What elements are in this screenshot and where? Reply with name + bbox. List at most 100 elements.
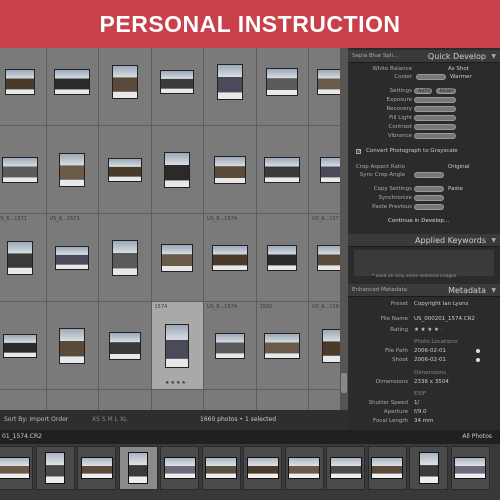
photo-thumbnail[interactable] [107,157,142,182]
photo-thumbnail[interactable] [211,244,248,271]
temp-adjust-buttons[interactable] [416,74,446,80]
filmstrip-thumbnail[interactable] [45,452,65,484]
quick-develop-header[interactable]: Sepia Blue Spli... Quick Develop ▼ [348,50,500,63]
filmstrip-thumbnail-cell[interactable] [326,446,365,490]
filmstrip-thumbnail[interactable] [288,457,320,479]
preset-select[interactable]: Copyright Ian Lyons [414,301,468,307]
filmstrip-thumbnail-cell[interactable] [0,446,33,490]
white-balance-value[interactable]: As Shot [448,66,469,72]
recovery-buttons[interactable] [414,106,456,112]
filmstrip-thumbnail[interactable] [246,457,279,479]
filmstrip-filter[interactable]: All Photos [462,433,492,440]
grid-cell[interactable] [204,390,257,410]
grid-cell[interactable]: US_6...1574 [204,302,257,390]
photo-thumbnail[interactable] [1,156,38,183]
collapse-triangle-icon[interactable]: ▼ [491,237,496,244]
grid-scrollbar[interactable] [340,48,348,410]
grid-cell[interactable]: 1557 [151,48,204,126]
filmstrip-thumbnail-cell[interactable] [201,446,241,490]
grid-cell[interactable]: US_6...1571 [0,214,47,302]
grid-cell[interactable] [256,390,309,410]
grid-cell[interactable] [0,390,47,410]
saved-preset-select[interactable]: Sepia Blue Spli... [352,53,398,59]
photo-thumbnail[interactable] [111,64,138,99]
photo-thumbnail[interactable] [216,63,243,100]
photo-thumbnail[interactable] [214,332,245,359]
grid-cell[interactable] [151,214,204,302]
crop-aspect-select[interactable]: Original [448,164,470,170]
go-to-folder-icon[interactable] [476,349,480,353]
photo-thumbnail[interactable] [108,331,141,360]
grid-cell[interactable]: US_6...1553 [46,48,99,126]
photo-thumbnail[interactable] [2,333,37,358]
grid-cell[interactable] [0,302,47,390]
photo-thumbnail[interactable] [59,327,86,364]
grid-cell[interactable] [256,48,309,126]
filmstrip-thumbnail-cell[interactable] [243,446,282,490]
grid-cell[interactable]: US_6...1574 [204,214,257,302]
go-to-shoot-icon[interactable] [476,358,480,362]
grid-cell[interactable] [99,390,152,410]
filmstrip-thumbnail-cell[interactable] [35,446,75,490]
filmstrip-thumbnail[interactable] [454,457,486,479]
filmstrip-thumbnail-cell[interactable] [284,446,324,490]
rating-stars[interactable]: ★ ★ ★ ★ · [414,327,442,333]
continue-in-develop-link[interactable]: Continue in Develop... [388,218,449,224]
grid-cell[interactable] [0,126,47,214]
grid-cell[interactable] [204,126,257,214]
photo-thumbnail[interactable] [164,151,191,188]
synchronize-button[interactable] [414,195,444,201]
grid-cell[interactable] [46,126,99,214]
applied-keywords-header[interactable]: Applied Keywords ▼ [348,234,500,247]
grid-cell[interactable] [256,126,309,214]
photo-thumbnail[interactable] [6,240,33,275]
scrollbar-thumb[interactable] [341,373,347,393]
photo-thumbnail[interactable] [160,69,195,94]
grid-cell[interactable] [46,302,99,390]
metadata-header[interactable]: Enhanced Metadata Metadata ▼ [348,284,500,297]
photo-thumbnail[interactable] [264,332,301,359]
reset-button[interactable]: RESET [436,88,456,94]
collapse-triangle-icon[interactable]: ▼ [491,287,496,294]
photo-thumbnail[interactable] [54,68,91,95]
filmstrip-thumbnail[interactable] [418,452,439,484]
file-name-field[interactable]: US_000201_1574.CR2 [414,316,475,322]
grid-cell[interactable]: 1574 [0,48,47,126]
grid-cell[interactable] [151,126,204,214]
sort-by-dropdown[interactable]: Sort By: Import Order [4,416,68,423]
filmstrip-thumbnail-cell[interactable] [118,446,158,490]
grid-cell[interactable]: 1582 [256,302,309,390]
photo-thumbnail[interactable] [111,239,138,276]
photo-thumbnail[interactable] [4,68,35,95]
grid-cell[interactable] [99,48,152,126]
grid-cell[interactable] [99,214,152,302]
keywords-field[interactable] [354,250,494,276]
sync-crop-button[interactable] [414,172,444,178]
filmstrip-thumbnail[interactable] [163,457,196,479]
filmstrip-thumbnail-cell[interactable] [160,446,199,490]
photo-thumbnail[interactable] [55,245,90,270]
filmstrip-thumbnail[interactable] [205,457,237,479]
fill-light-buttons[interactable] [414,115,456,121]
auto-button[interactable]: AUTO [414,88,432,94]
photo-thumbnail[interactable] [266,67,299,96]
copy-settings-button[interactable] [414,186,444,192]
thumbnail-size-selector[interactable]: XS S M L XL [92,416,127,423]
contrast-buttons[interactable] [414,124,456,130]
filmstrip-thumbnail[interactable] [371,457,403,479]
grid-cell[interactable]: 1574 ★★★★· [151,302,204,390]
paste-previous-button[interactable] [414,204,444,210]
filmstrip-thumbnail[interactable] [329,457,362,479]
photo-thumbnail[interactable] [267,244,298,271]
photo-thumbnail[interactable] [165,323,190,368]
grid-cell[interactable] [151,390,204,410]
grid-cell[interactable] [256,214,309,302]
grid-cell[interactable]: US_6...1559 [204,48,257,126]
vibrance-buttons[interactable] [414,133,456,139]
exposure-buttons[interactable] [414,97,456,103]
filmstrip-thumbnail-cell[interactable] [367,446,407,490]
metadata-view-select[interactable]: Enhanced Metadata [352,287,407,293]
photo-thumbnail[interactable] [59,152,86,187]
filmstrip-thumbnail-cell[interactable] [409,446,448,490]
collapse-triangle-icon[interactable]: ▼ [491,53,496,60]
